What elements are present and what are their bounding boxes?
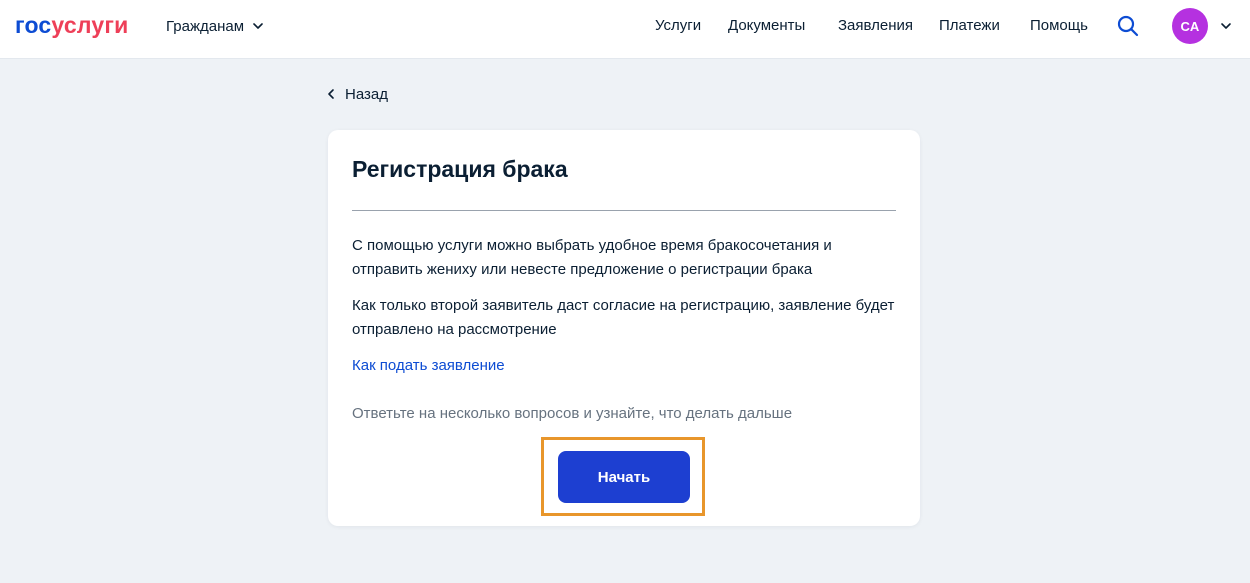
chevron-down-icon bbox=[253, 23, 263, 29]
gosuslugi-logo[interactable]: госуслуги bbox=[15, 11, 128, 39]
how-to-apply-link[interactable]: Как подать заявление bbox=[352, 354, 505, 378]
search-button[interactable] bbox=[1116, 14, 1140, 38]
back-link[interactable]: Назад bbox=[326, 84, 388, 104]
top-header: госуслуги Гражданам Услуги Документы Зая… bbox=[0, 0, 1250, 59]
logo-part-gos: гос bbox=[15, 12, 52, 38]
logo-part-uslugi: услуги bbox=[51, 12, 129, 38]
nav-item-services[interactable]: Услуги bbox=[655, 16, 701, 36]
service-description: С помощью услуги можно выбрать удобное в… bbox=[352, 237, 832, 278]
search-icon bbox=[1117, 15, 1139, 37]
title-divider bbox=[352, 210, 896, 211]
questions-hint: Ответьте на несколько вопросов и узнайте… bbox=[352, 405, 793, 422]
page-title: Регистрация брака bbox=[352, 156, 568, 182]
back-link-label: Назад bbox=[345, 85, 388, 103]
start-button[interactable]: Начать bbox=[558, 451, 690, 503]
audience-label: Гражданам bbox=[166, 17, 245, 35]
nav-item-payments[interactable]: Платежи bbox=[939, 16, 1000, 36]
chevron-left-icon bbox=[328, 89, 334, 99]
nav-item-help[interactable]: Помощь bbox=[1030, 16, 1088, 36]
nav-item-documents[interactable]: Документы bbox=[728, 16, 805, 36]
user-avatar[interactable]: СА bbox=[1172, 8, 1208, 44]
audience-dropdown[interactable]: Гражданам bbox=[166, 16, 264, 36]
chevron-down-icon[interactable] bbox=[1220, 20, 1232, 32]
avatar-initials: СА bbox=[1180, 18, 1200, 34]
service-consent-note: Как только второй заявитель даст согласи… bbox=[352, 297, 895, 338]
nav-item-applications[interactable]: Заявления bbox=[838, 16, 913, 36]
